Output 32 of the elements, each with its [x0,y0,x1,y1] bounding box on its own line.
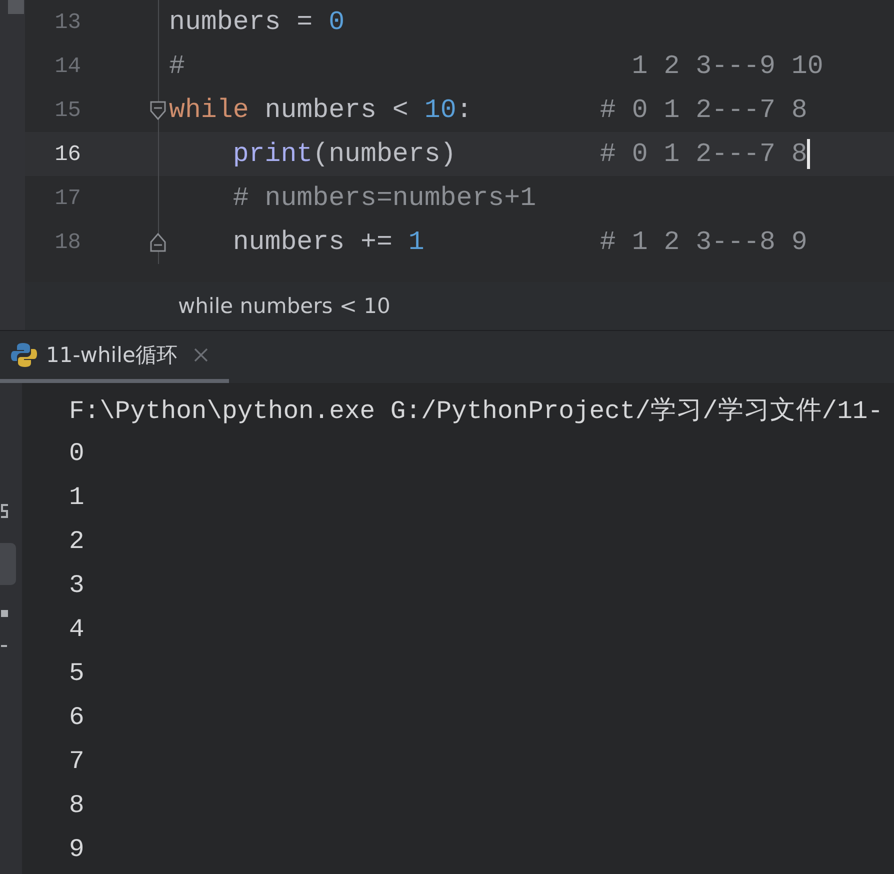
line-number: 18 [54,230,81,254]
console-output-line: 0 [69,438,86,470]
fold-marker-icon[interactable] [150,100,166,120]
code-line: while numbers < 10: # 0 1 2---7 8 [169,95,808,125]
fold-marker-icon[interactable] [150,232,166,252]
line-number: 17 [54,186,81,210]
code-line: print(numbers) # 0 1 2---7 8 [232,139,808,169]
console-output-line: 3 [69,570,86,602]
toolbar-square-icon [0,609,9,618]
line-number: 14 [54,54,81,78]
console-output-line: 6 [69,702,86,734]
close-icon[interactable] [193,347,210,363]
code-line: # 1 2 3---9 10 [169,51,824,81]
toolbar-dash-icon [0,642,8,650]
line-number: 13 [54,10,81,34]
code-line: numbers = 0 [169,7,345,37]
console-output-line: 4 [69,614,86,646]
toolbar-glyph-icon [0,503,10,519]
console-output-line: 1 [69,482,86,514]
line-number: 16 [54,142,81,166]
console-output-line: 8 [69,790,86,822]
scroll-thumb[interactable] [8,0,24,14]
console-output-line: 7 [69,746,86,778]
code-line: # numbers=numbers+1 [232,183,536,213]
console-command: F:\Python\python.exe G:/PythonProject/学习/学习文件/11- [69,396,884,428]
console-output-line: 2 [69,526,86,558]
python-logo-icon [10,341,38,369]
line-number: 15 [54,98,81,122]
code-line: numbers += 1 # 1 2 3---8 9 [232,227,808,257]
console-output-line: 5 [69,658,86,690]
console-output-line: 9 [69,834,86,866]
breadcrumb[interactable]: while numbers < 10 [178,294,390,318]
